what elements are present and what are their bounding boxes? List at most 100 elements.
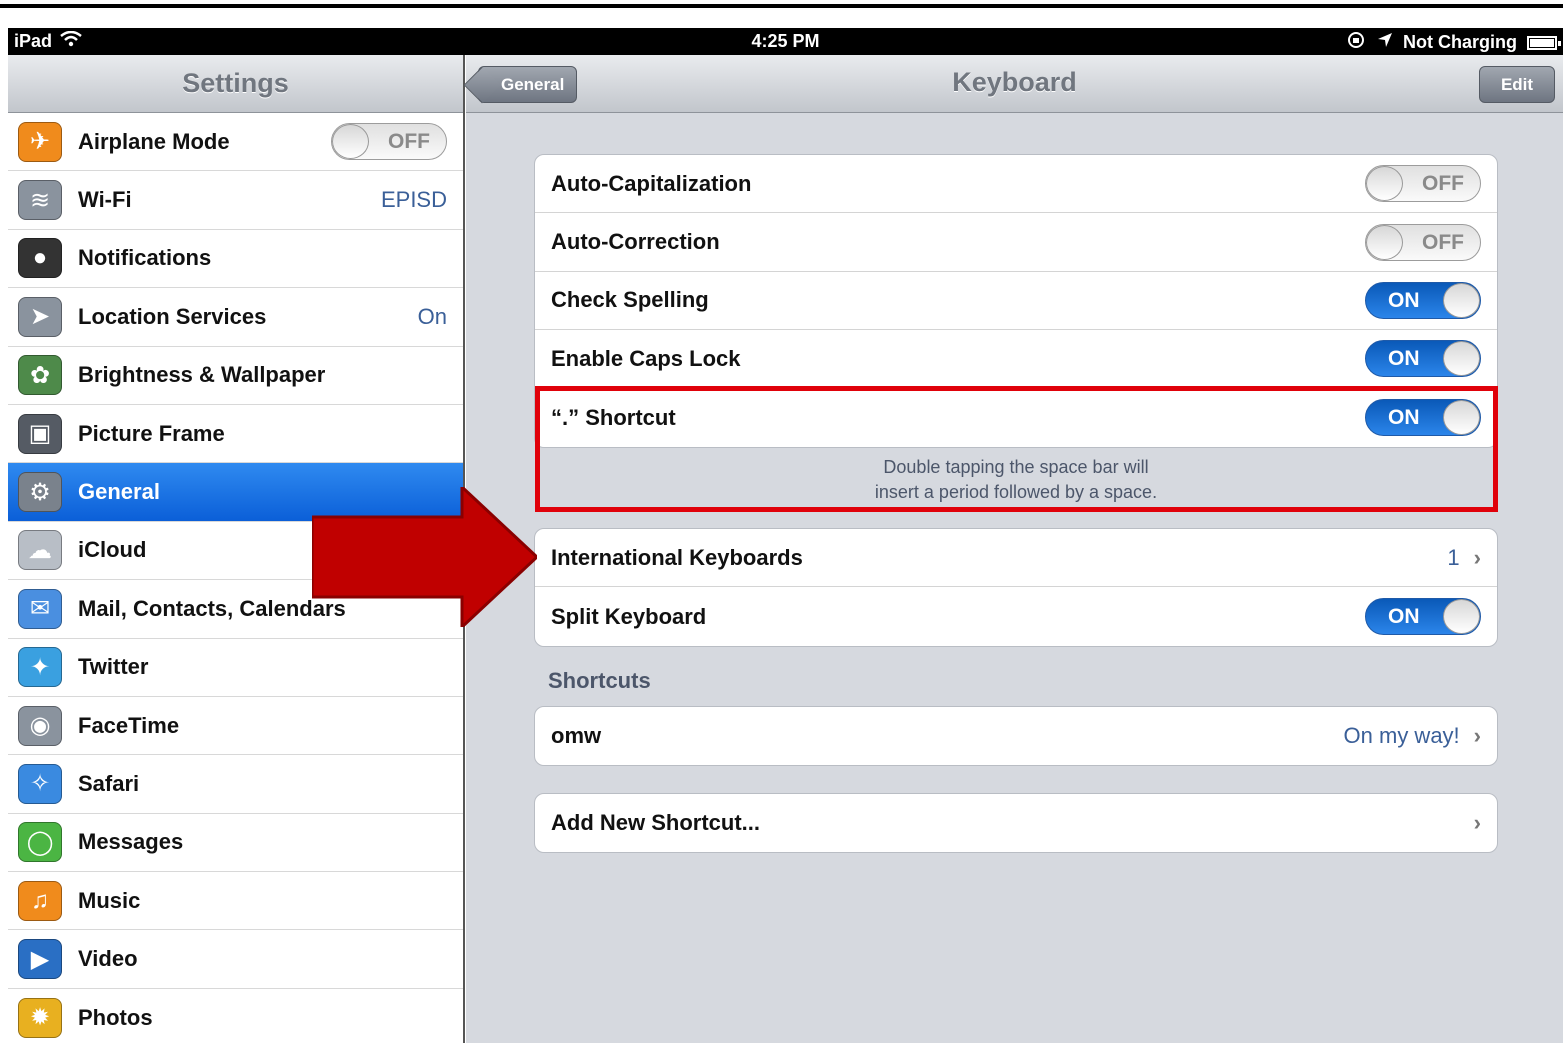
sidebar-item-twitter[interactable]: ✦ Twitter — [8, 638, 463, 697]
battery-icon — [1527, 35, 1561, 50]
notifications-icon: ● — [18, 238, 62, 279]
toggle-state-label: OFF — [388, 130, 430, 154]
setting-label: “.” Shortcut — [551, 404, 676, 430]
location-arrow-icon — [1377, 32, 1393, 53]
sidebar-item-picture-frame[interactable]: ▣ Picture Frame — [8, 404, 463, 464]
shortcut-note-line2: insert a period followed by a space. — [874, 482, 1158, 502]
setting-row: Auto-Capitalization OFF — [535, 155, 1497, 214]
charging-status: Not Charging — [1403, 32, 1517, 52]
rotation-lock-icon — [1345, 31, 1367, 54]
airplane-mode-toggle[interactable]: OFF — [331, 123, 447, 161]
setting-row: Enable Caps Lock ON — [535, 330, 1497, 389]
sidebar-item-photos[interactable]: ✹ Photos — [8, 988, 463, 1043]
gear-icon: ⚙ — [18, 472, 62, 513]
location-icon: ➤ — [18, 296, 62, 337]
keyboard-settings-group: Auto-Capitalization OFF Auto-Correction OFF… — [534, 154, 1498, 448]
sidebar-item-music[interactable]: ♫ Music — [8, 872, 463, 931]
music-icon: ♫ — [18, 880, 62, 921]
sidebar-item-label: Brightness & Wallpaper — [78, 362, 326, 388]
sidebar-item-label: Airplane Mode — [78, 128, 230, 154]
setting-toggle[interactable]: OFF — [1365, 165, 1481, 203]
sidebar-item-messages[interactable]: ◯ Messages — [8, 813, 463, 873]
toggle-knob[interactable] — [1443, 282, 1480, 318]
cloud-icon: ☁ — [18, 530, 62, 571]
sidebar-header: Settings — [8, 55, 463, 113]
add-new-shortcut-label: Add New Shortcut... — [551, 810, 760, 836]
toggle-knob[interactable] — [1443, 599, 1480, 635]
sidebar-item-safari[interactable]: ✧ Safari — [8, 755, 463, 814]
setting-label: International Keyboards — [551, 544, 803, 570]
video-icon: ▶ — [18, 939, 62, 980]
split-keyboard-toggle[interactable]: ON — [1365, 598, 1481, 636]
chevron-right-icon: › — [1473, 810, 1481, 836]
sidebar-item-label: Location Services — [78, 303, 267, 329]
setting-label: Check Spelling — [551, 287, 709, 313]
back-button[interactable]: General — [478, 66, 578, 103]
messages-icon: ◯ — [18, 822, 62, 863]
international-keyboards-row[interactable]: International Keyboards 1 › — [535, 529, 1497, 588]
setting-toggle[interactable]: ON — [1365, 340, 1481, 378]
add-new-shortcut-row[interactable]: Add New Shortcut... › — [535, 794, 1497, 852]
shortcut-row-omw[interactable]: omw On my way! › — [535, 707, 1497, 765]
shortcut-note-line1: Double tapping the space bar will — [883, 457, 1149, 477]
toggle-state-label: ON — [1388, 605, 1420, 629]
setting-label: Auto-Capitalization — [551, 170, 752, 196]
setting-row: Auto-Correction OFF — [535, 213, 1497, 272]
shortcuts-group: omw On my way! › — [534, 706, 1498, 767]
keyboard-count: 1 — [1447, 544, 1460, 570]
sidebar-item-label: Video — [78, 946, 138, 972]
setting-toggle[interactable]: ON — [1365, 399, 1481, 437]
sidebar-item-video[interactable]: ▶ Video — [8, 930, 463, 989]
brightness-icon: ✿ — [18, 355, 62, 396]
main-panel: General Keyboard Edit Auto-Capitalizatio… — [466, 55, 1563, 1043]
toggle-knob[interactable] — [1366, 224, 1403, 260]
status-time: 4:25 PM — [751, 31, 820, 51]
setting-label: Split Keyboard — [551, 603, 707, 629]
keyboard-options-group: International Keyboards 1 › Split Keyboard O… — [534, 528, 1498, 647]
top-rule — [0, 0, 1563, 8]
mail-icon: ✉ — [18, 588, 62, 629]
airplane-icon: ✈ — [18, 121, 62, 162]
toggle-state-label: ON — [1388, 288, 1420, 312]
setting-toggle[interactable]: OFF — [1365, 223, 1481, 261]
sidebar-item-location-services[interactable]: ➤ Location Services On — [8, 288, 463, 347]
picture-frame-icon: ▣ — [18, 413, 62, 454]
sidebar-item-airplane-mode[interactable]: ✈ Airplane Mode OFF — [8, 113, 463, 172]
status-bar: iPad 4:25 PM Not Charging — [8, 28, 1563, 55]
sidebar-item-label: FaceTime — [78, 712, 180, 738]
sidebar-item-label: Safari — [78, 770, 140, 796]
setting-label: Auto-Correction — [551, 229, 720, 255]
toggle-state-label: ON — [1388, 406, 1420, 430]
pointer-arrow-icon — [312, 487, 537, 627]
sidebar-item-facetime[interactable]: ◉ FaceTime — [8, 696, 463, 756]
photos-icon: ✹ — [18, 997, 62, 1038]
sidebar-item-label: Wi-Fi — [78, 187, 132, 213]
toggle-knob[interactable] — [1443, 400, 1480, 436]
chevron-right-icon: › — [1473, 723, 1481, 749]
wifi-icon: ≋ — [18, 180, 62, 221]
setting-toggle[interactable]: ON — [1365, 281, 1481, 319]
toggle-state-label: ON — [1388, 347, 1420, 371]
setting-label: Enable Caps Lock — [551, 345, 741, 371]
page-title: Keyboard — [952, 67, 1077, 97]
setting-row: Split Keyboard ON — [535, 587, 1497, 645]
toggle-state-label: OFF — [1422, 172, 1464, 196]
sidebar-item-notifications[interactable]: ● Notifications — [8, 229, 463, 289]
sidebar-item-label: Twitter — [78, 654, 149, 680]
shortcut-note: Double tapping the space bar will insert… — [534, 455, 1498, 505]
chevron-right-icon: › — [1473, 544, 1481, 570]
edit-button[interactable]: Edit — [1479, 66, 1555, 103]
add-shortcut-group: Add New Shortcut... › — [534, 793, 1498, 854]
shortcut-expansion: On my way! — [1343, 723, 1460, 749]
sidebar-title: Settings — [182, 68, 289, 98]
facetime-icon: ◉ — [18, 705, 62, 746]
sidebar-item-wi-fi[interactable]: ≋ Wi-Fi EPISD — [8, 171, 463, 230]
safari-icon: ✧ — [18, 763, 62, 804]
toggle-knob[interactable] — [1366, 166, 1403, 202]
sidebar-item-brightness-wallpaper[interactable]: ✿ Brightness & Wallpaper — [8, 346, 463, 405]
toggle-knob[interactable] — [1443, 341, 1480, 377]
toggle-knob[interactable] — [332, 124, 369, 160]
sidebar-item-label: Messages — [78, 829, 184, 855]
sidebar-item-label: Photos — [78, 1004, 153, 1030]
twitter-icon: ✦ — [18, 647, 62, 688]
